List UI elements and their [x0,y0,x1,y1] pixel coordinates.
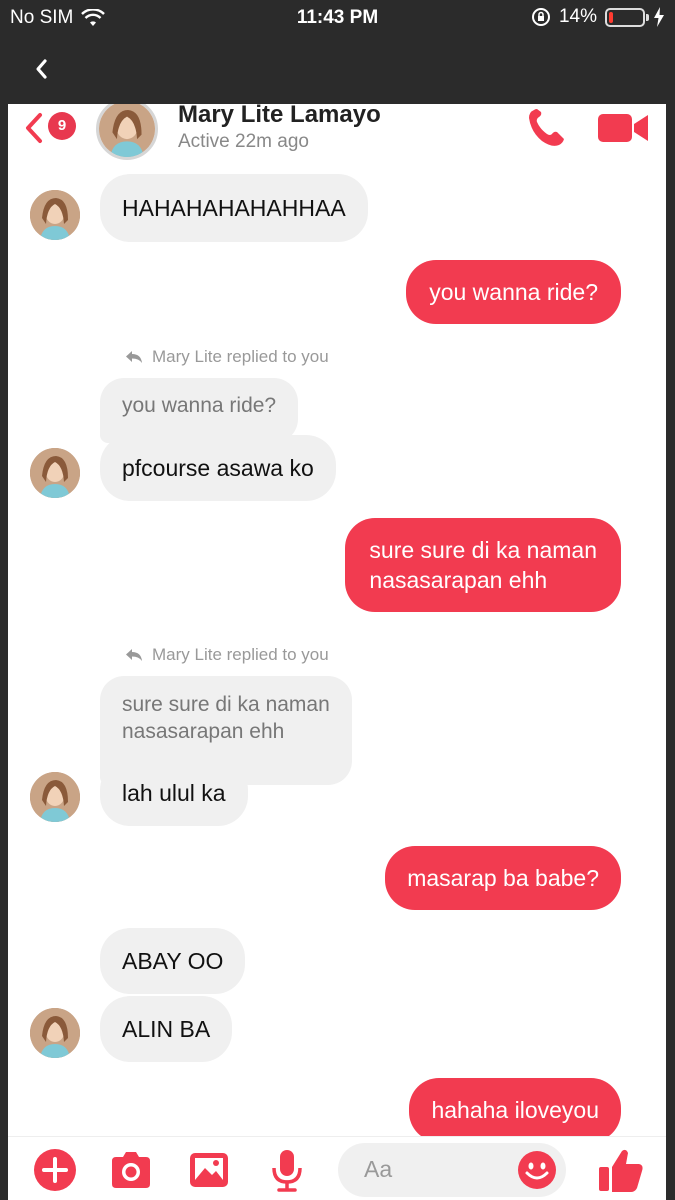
incoming-message[interactable]: lah ulul ka [100,760,248,826]
avatar-photo [30,190,80,240]
reply-note-text: Mary Lite replied to you [152,347,329,366]
quoted-line: nasasarapan ehh [122,720,285,743]
contact-name[interactable]: Mary Lite Lamayo [178,104,381,129]
avatar-photo [99,104,155,157]
outgoing-message[interactable]: masarap ba babe? [385,846,621,910]
incoming-message[interactable]: ALIN BA [100,996,233,1062]
chat-header: 9 Mary Lite Lamayo Active 22m ago [8,104,666,166]
video-call-icon[interactable] [596,110,650,146]
reply-note: Mary Lite replied to you [124,645,329,665]
back-chevron-icon[interactable] [22,110,44,146]
unread-badge[interactable]: 9 [48,112,76,140]
thumbs-up-icon[interactable] [596,1145,646,1195]
message-input[interactable]: Aa [338,1143,566,1197]
battery-percent: 14% [558,6,597,27]
reply-note: Mary Lite replied to you [124,347,329,367]
status-right: 14% [531,6,665,28]
quoted-message[interactable]: you wanna ride? [100,378,299,443]
contact-avatar[interactable] [30,448,80,498]
plus-icon[interactable] [32,1147,78,1193]
camera-icon[interactable] [108,1147,154,1193]
incoming-message[interactable]: pfcourse asawa ko [100,435,336,501]
reply-arrow-icon [126,351,142,363]
emoji-icon[interactable] [516,1149,558,1191]
avatar-photo [30,448,80,498]
outgoing-message[interactable]: you wanna ride? [406,260,621,324]
incoming-message[interactable]: HAHAHAHAHAHHAA [100,174,368,242]
gallery-icon[interactable] [186,1147,232,1193]
messenger-screen: HAHAHAHAHAHHAA you wanna ride? Mary Lite… [8,104,666,1200]
contact-avatar[interactable] [30,1008,80,1058]
reply-note-text: Mary Lite replied to you [152,645,329,664]
contact-avatar[interactable] [30,772,80,822]
phone-icon[interactable] [524,106,568,150]
message-composer: Aa [8,1136,666,1200]
status-bar: No SIM 11:43 PM 14% [0,0,675,36]
back-icon[interactable] [28,52,58,86]
avatar-photo [30,1008,80,1058]
contact-avatar[interactable] [96,104,158,160]
charging-bolt-icon [654,7,664,27]
battery-icon [605,7,649,27]
outgoing-message[interactable]: sure sure di ka naman nasasarapan ehh [345,518,621,612]
message-line: sure sure di ka naman [369,537,597,563]
message-input-placeholder: Aa [364,1156,393,1182]
incoming-message[interactable]: ABAY OO [100,928,246,994]
quoted-line: sure sure di ka naman [122,693,330,716]
active-status: Active 22m ago [178,131,309,152]
avatar-photo [30,772,80,822]
reply-arrow-icon [126,649,142,661]
contact-avatar[interactable] [30,190,80,240]
microphone-icon[interactable] [264,1147,310,1193]
message-thread[interactable]: HAHAHAHAHAHHAA you wanna ride? Mary Lite… [8,104,666,1142]
message-line: nasasarapan ehh [369,567,548,593]
orientation-lock-icon [531,8,550,26]
outgoing-message[interactable]: hahaha iloveyou [409,1078,621,1142]
